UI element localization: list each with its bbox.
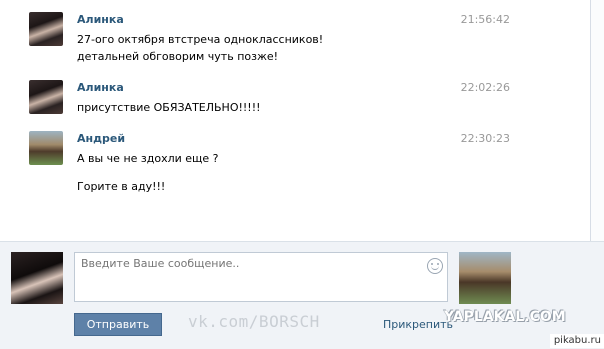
emoji-icon[interactable] (427, 258, 443, 274)
message-text: Горите в аду!!! (77, 180, 166, 193)
attach-link[interactable]: Прикрепить (383, 318, 453, 331)
message-time: 22:30:23 (460, 132, 510, 145)
message-author[interactable]: Алинка (77, 13, 124, 26)
message-composer: Отправить vk.com/BORSCH Прикрепить YAPLA… (0, 241, 604, 349)
yaplakal-watermark: YAPLAKAL.COM (444, 309, 566, 325)
message-time: 21:56:42 (460, 13, 510, 26)
sender-avatar[interactable] (29, 131, 63, 165)
send-button[interactable]: Отправить (74, 313, 162, 336)
message-text: детальней обговорим чуть позже! (77, 50, 279, 63)
history-scrollbar[interactable] (590, 0, 604, 241)
message-author[interactable]: Андрей (77, 132, 125, 145)
sender-avatar[interactable] (29, 12, 63, 46)
message-text: присутствие ОБЯЗАТЕЛЬНО!!!!! (77, 101, 261, 114)
pikabu-watermark: pikabu.ru (549, 334, 604, 348)
peer-avatar[interactable] (459, 252, 511, 304)
message-time: 22:02:26 (460, 81, 510, 94)
message-author[interactable]: Алинка (77, 81, 124, 94)
message-input-box (74, 252, 448, 302)
message-text: А вы че не здохли еще ? (77, 152, 219, 165)
my-avatar[interactable] (11, 252, 63, 304)
message-input[interactable] (75, 253, 427, 301)
sender-avatar[interactable] (29, 80, 63, 114)
message-text: 27-ого октября втстреча одноклассников! (77, 33, 324, 46)
vk-watermark: vk.com/BORSCH (188, 312, 320, 331)
message-history: Алинка 21:56:42 27-ого октября втстреча … (0, 0, 590, 241)
